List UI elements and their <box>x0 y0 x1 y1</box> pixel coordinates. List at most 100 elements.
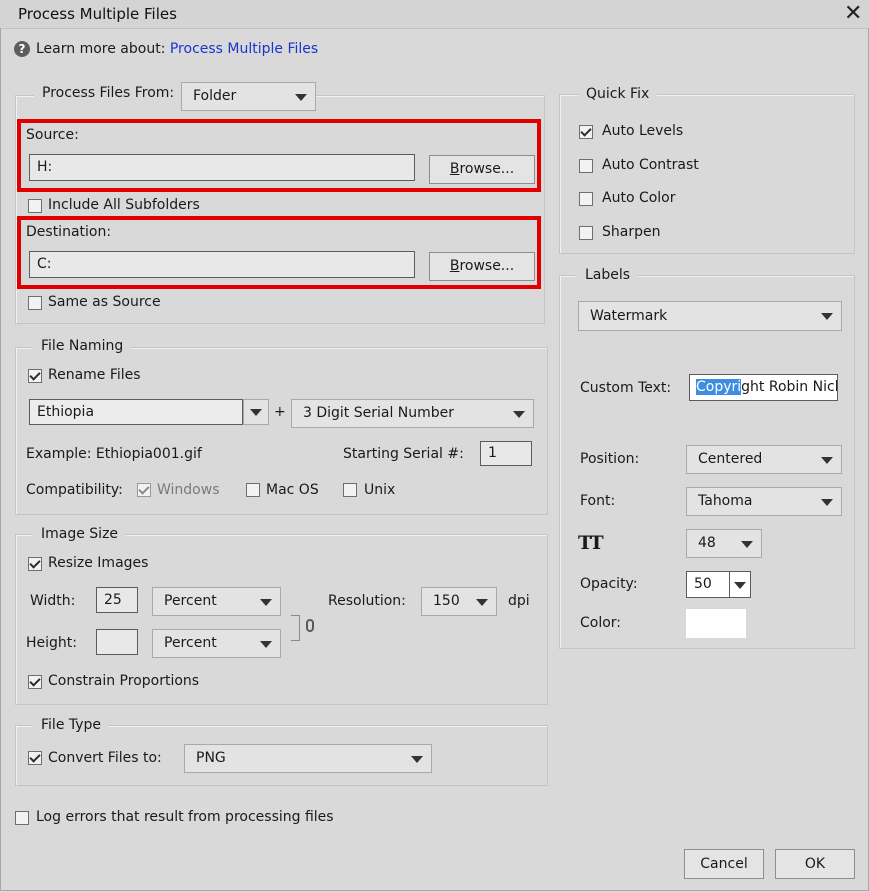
position-dropdown[interactable]: Centered <box>686 445 842 474</box>
help-icon: ? <box>14 41 30 57</box>
convert-files-label: Convert Files to: <box>48 750 162 766</box>
width-unit-dropdown[interactable]: Percent <box>152 587 281 616</box>
help-row: Learn more about: Process Multiple Files <box>36 41 318 57</box>
position-value: Centered <box>698 451 763 467</box>
file-naming-legend: File Naming <box>33 338 132 354</box>
include-subfolders-label: Include All Subfolders <box>48 197 200 213</box>
resolution-dropdown[interactable]: 150 <box>421 587 497 616</box>
sharpen-checkbox[interactable] <box>579 226 593 240</box>
label-type-value: Watermark <box>590 308 668 324</box>
height-label: Height: <box>26 635 77 651</box>
destination-label: Destination: <box>26 224 112 240</box>
chevron-down-icon <box>821 313 833 320</box>
height-unit-dropdown[interactable]: Percent <box>152 629 281 658</box>
chevron-down-icon <box>411 755 423 763</box>
source-label: Source: <box>26 127 79 143</box>
auto-color-label: Auto Color <box>602 190 676 206</box>
quick-fix-legend: Quick Fix <box>578 86 658 102</box>
help-link[interactable]: Process Multiple Files <box>170 41 318 57</box>
font-dropdown[interactable]: Tahoma <box>686 487 842 516</box>
constrain-proportions-checkbox[interactable] <box>28 675 42 689</box>
source-field[interactable]: H: <box>29 154 415 181</box>
label-type-dropdown[interactable]: Watermark <box>578 301 842 331</box>
windows-label: Windows <box>157 482 220 498</box>
rename-files-label: Rename Files <box>48 367 141 383</box>
rename-files-checkbox[interactable] <box>28 369 42 383</box>
chevron-down-icon <box>260 598 272 606</box>
chevron-down-icon <box>821 456 833 464</box>
same-as-source-checkbox[interactable] <box>28 296 42 310</box>
auto-contrast-checkbox[interactable] <box>579 159 593 173</box>
file-type-legend: File Type <box>33 717 110 733</box>
chevron-down-icon <box>513 410 525 418</box>
serial-type-value: 3 Digit Serial Number <box>303 405 455 421</box>
custom-text-rest: ght Robin Nich <box>741 379 838 395</box>
chevron-down-icon <box>734 581 746 589</box>
help-prefix: Learn more about: <box>36 41 166 57</box>
same-as-source-label: Same as Source <box>48 294 161 310</box>
log-errors-label: Log errors that result from processing f… <box>36 809 334 825</box>
font-size-value: 48 <box>698 535 716 551</box>
opacity-dropdown-button[interactable] <box>729 571 751 598</box>
close-icon[interactable]: ✕ <box>844 1 862 26</box>
color-swatch[interactable] <box>686 609 746 638</box>
chevron-down-icon <box>476 598 488 606</box>
font-label: Font: <box>580 493 616 509</box>
unix-label: Unix <box>364 482 396 498</box>
font-size-icon: TT <box>578 532 604 554</box>
cancel-button[interactable]: Cancel <box>684 849 764 879</box>
auto-levels-label: Auto Levels <box>602 123 684 139</box>
opacity-field[interactable]: 50 <box>686 571 730 598</box>
name-field[interactable]: Ethiopia <box>29 399 243 425</box>
destination-field[interactable]: C: <box>29 251 415 278</box>
position-label: Position: <box>580 451 640 467</box>
custom-text-field[interactable]: Copyright Robin Nich <box>689 374 838 401</box>
chevron-down-icon <box>260 640 272 648</box>
image-size-legend: Image Size <box>33 526 127 542</box>
resize-images-label: Resize Images <box>48 555 149 571</box>
source-browse-label: rowse... <box>459 161 515 177</box>
process-from-dropdown[interactable]: Folder <box>181 82 316 111</box>
starting-serial-label: Starting Serial #: <box>343 446 464 462</box>
chevron-down-icon <box>821 498 833 506</box>
convert-files-checkbox[interactable] <box>28 751 42 765</box>
process-from-label: Process Files From: <box>34 85 183 101</box>
compatibility-label: Compatibility: <box>26 482 123 498</box>
ok-button[interactable]: OK <box>775 849 855 879</box>
name-dropdown-button[interactable] <box>243 399 269 425</box>
chain-link-icon <box>306 619 314 632</box>
color-label: Color: <box>580 615 622 631</box>
custom-text-selection: Copyri <box>696 379 742 395</box>
windows-checkbox[interactable] <box>137 483 151 497</box>
include-subfolders-checkbox[interactable] <box>28 199 42 213</box>
source-browse-button[interactable]: Browse... <box>429 155 535 184</box>
file-format-dropdown[interactable]: PNG <box>184 744 432 773</box>
chevron-down-icon <box>741 540 753 548</box>
process-from-value: Folder <box>193 88 237 104</box>
font-value: Tahoma <box>698 493 753 509</box>
file-format-value: PNG <box>196 750 226 766</box>
resolution-unit: dpi <box>508 593 530 609</box>
macos-label: Mac OS <box>266 482 319 498</box>
destination-browse-button[interactable]: Browse... <box>429 252 535 281</box>
log-errors-checkbox[interactable] <box>15 811 29 825</box>
auto-color-checkbox[interactable] <box>579 192 593 206</box>
plus-sign: + <box>274 404 286 420</box>
starting-serial-field[interactable]: 1 <box>480 441 532 466</box>
height-unit-value: Percent <box>164 635 217 651</box>
sharpen-label: Sharpen <box>602 224 661 240</box>
constrain-bracket <box>291 615 300 641</box>
serial-type-dropdown[interactable]: 3 Digit Serial Number <box>291 399 534 428</box>
custom-text-label: Custom Text: <box>580 380 672 396</box>
resize-images-checkbox[interactable] <box>28 557 42 571</box>
unix-checkbox[interactable] <box>343 483 357 497</box>
resolution-label: Resolution: <box>328 593 406 609</box>
destination-browse-label: rowse... <box>459 258 515 274</box>
auto-levels-checkbox[interactable] <box>579 125 593 139</box>
width-unit-value: Percent <box>164 593 217 609</box>
labels-legend: Labels <box>577 267 639 283</box>
height-field[interactable] <box>96 629 138 655</box>
width-field[interactable]: 25 <box>96 587 138 613</box>
font-size-dropdown[interactable]: 48 <box>686 529 762 558</box>
macos-checkbox[interactable] <box>246 483 260 497</box>
